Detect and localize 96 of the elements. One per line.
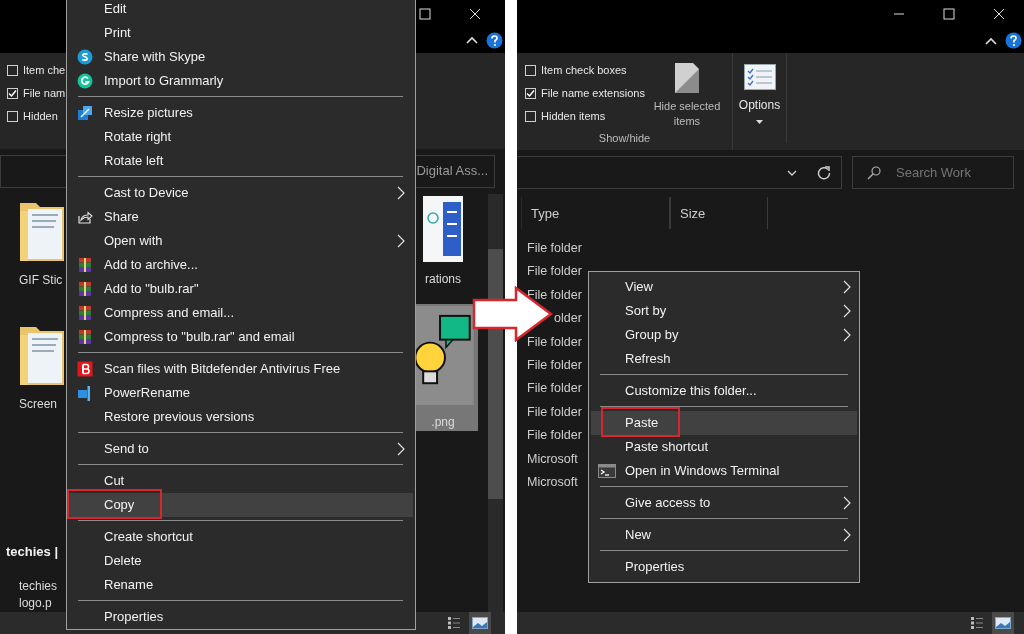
checkbox[interactable] [525, 65, 536, 76]
chevron-right-icon [397, 234, 405, 248]
chevron-up-icon[interactable] [466, 36, 478, 45]
menu-item[interactable]: Properties [69, 605, 413, 629]
file-type-cell-text: File folder [527, 263, 582, 281]
menu-item[interactable]: Rename [69, 573, 413, 597]
menu-item[interactable]: Group by [591, 323, 857, 347]
file-type-cell-text: File folder [527, 380, 582, 398]
menu-item[interactable]: Import to Grammarly [69, 69, 413, 93]
file-type-cell-text: File folder [527, 333, 582, 351]
file-type-cell-text: File folder [527, 427, 582, 445]
maximize-icon[interactable] [943, 8, 955, 20]
file-name: GIF Stic [19, 271, 63, 289]
checkbox-label: Item check boxes [541, 63, 627, 79]
logo-thumbnail-text: techies | [5, 542, 59, 561]
close-icon[interactable] [993, 8, 1005, 20]
menu-item[interactable]: Send to [69, 437, 413, 461]
checklist-icon [743, 64, 776, 90]
details-view-icon[interactable] [447, 616, 461, 630]
large-icons-view-icon[interactable] [472, 617, 488, 629]
menu-item[interactable]: Create shortcut [69, 525, 413, 549]
chevron-right-icon [397, 186, 405, 200]
page-icon [672, 62, 701, 94]
terminal-icon [598, 463, 616, 479]
menu-item[interactable]: Cut [69, 469, 413, 493]
file-type-cell-text: older [554, 310, 582, 328]
round-logo-icon [77, 49, 93, 65]
round-logo-icon [77, 73, 93, 89]
menu-item[interactable]: Print [69, 21, 413, 45]
file-type-cell-text: Microsoft [527, 450, 578, 468]
chevron-right-icon [843, 528, 851, 542]
large-icons-view-icon[interactable] [995, 617, 1011, 629]
stacked-books-icon [77, 257, 93, 273]
chevron-right-icon [843, 304, 851, 318]
menu-item[interactable]: Paste shortcut [591, 435, 857, 459]
menu-item[interactable]: New [591, 523, 857, 547]
file-type-cell-text: File folder [527, 356, 582, 374]
refresh-icon[interactable] [817, 165, 831, 180]
checkbox-label: Hidden items [541, 109, 606, 125]
file-name: rations [425, 270, 461, 288]
checkbox-label: Hidden [23, 109, 58, 124]
menu-item[interactable]: Resize pictures [69, 101, 413, 125]
menu-item[interactable]: Customize this folder... [591, 379, 857, 403]
options-button[interactable]: Options [733, 53, 787, 143]
file-name: Screen [19, 395, 58, 413]
stacked-books-icon [77, 329, 93, 345]
file-type-cell-text: File folder [527, 240, 582, 257]
menu-item[interactable]: Share with Skype [69, 45, 413, 69]
menu-item[interactable]: Rotate left [69, 149, 413, 173]
close-icon[interactable] [469, 8, 481, 20]
menu-item[interactable]: Delete [69, 549, 413, 573]
rename-icon [77, 385, 93, 401]
search-icon [867, 166, 881, 180]
checkbox-label: File name extensions [541, 86, 645, 102]
file-type-cell-text: File folder [527, 403, 582, 421]
share-icon [77, 209, 93, 225]
chevron-right-icon [843, 280, 851, 294]
help-icon[interactable] [486, 31, 503, 49]
menu-item[interactable]: View [591, 275, 857, 299]
column-header[interactable]: Size [670, 197, 768, 229]
caret-down-icon [756, 120, 763, 124]
search-field[interactable]: Search Work [852, 156, 1014, 189]
column-header[interactable]: Type [521, 197, 670, 229]
help-icon[interactable] [1005, 32, 1022, 49]
hide-selected-button[interactable]: Hide selected items [650, 59, 723, 129]
scrollbar[interactable] [488, 193, 503, 612]
checkbox-label: Item che [23, 63, 66, 78]
menu-item[interactable]: Sort by [591, 299, 857, 323]
checkbox[interactable] [7, 87, 18, 99]
chevron-down-icon[interactable] [787, 169, 797, 176]
maximize-icon[interactable] [419, 8, 431, 20]
menu-item[interactable]: Properties [591, 555, 857, 579]
stacked-books-icon [77, 281, 93, 297]
menu-item[interactable]: Rotate right [69, 125, 413, 149]
chevron-right-icon [843, 496, 851, 510]
menu-item[interactable]: Open in Windows Terminal [591, 459, 857, 483]
file-type-cell-text: Microsoft [527, 473, 578, 491]
checkbox-label: File nam [23, 86, 66, 101]
file-name: techies logo.p [18, 578, 58, 612]
address-text: Digital Ass... [416, 162, 488, 181]
checkbox[interactable] [7, 110, 18, 122]
menu-item[interactable]: Refresh [591, 347, 857, 371]
document-thumbnail-icon [421, 195, 465, 262]
file-name: .png [431, 413, 455, 431]
stacked-books-icon [77, 305, 93, 321]
checkbox[interactable] [525, 88, 536, 99]
chevron-right-icon [397, 442, 405, 456]
chevron-up-icon[interactable] [985, 36, 997, 45]
checkbox[interactable] [7, 64, 18, 76]
chevron-right-icon [843, 328, 851, 342]
picture-resize-icon [77, 105, 93, 121]
group-label: Show/hide [597, 130, 652, 146]
menu-item[interactable]: Give access to [591, 491, 857, 515]
shield-letter-icon [77, 361, 93, 377]
details-view-icon[interactable] [970, 616, 984, 630]
checkbox[interactable] [525, 111, 536, 122]
